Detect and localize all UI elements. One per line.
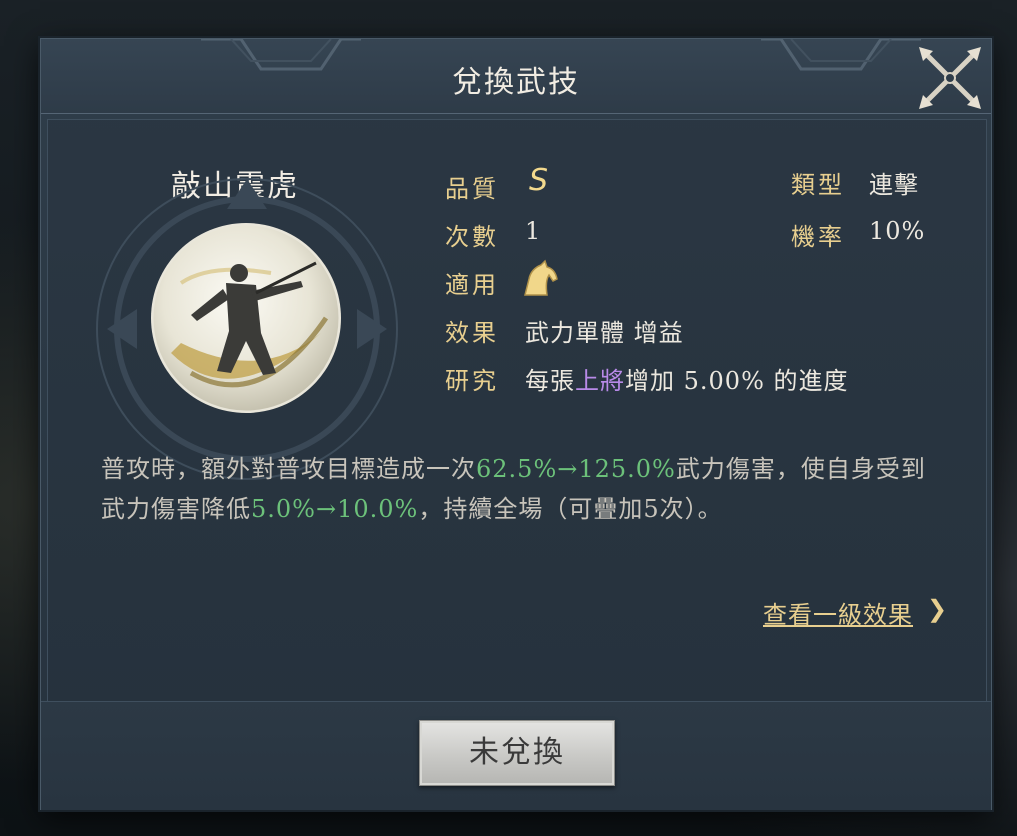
quality-value: S [529, 163, 549, 198]
count-value: 1 [525, 217, 542, 245]
description-value1: 62.5%→125.0% [476, 455, 676, 483]
close-button[interactable] [913, 41, 987, 115]
description-part1: 普攻時，額外對普攻目標造成一次 [101, 455, 476, 483]
view-level1-effect-link[interactable]: 查看一級效果 [763, 595, 913, 630]
exchange-button[interactable]: 未兌換 [419, 720, 615, 786]
dialog-header: 兌換武技 [41, 39, 991, 114]
research-prefix: 每張 [525, 367, 575, 395]
effect-value: 武力單體 增益 [525, 319, 684, 347]
crossed-blades-close-icon [919, 47, 981, 109]
description-part3: ，持續全場（可疊加5次）。 [418, 495, 723, 523]
research-value: 每張上將增加 5.00% 的進度 [525, 361, 849, 396]
count-label: 次數 [445, 223, 499, 251]
effect-label: 效果 [445, 319, 499, 347]
type-label: 類型 [791, 171, 845, 199]
research-general-highlight: 上將 [575, 367, 625, 395]
research-suffix: 增加 5.00% 的進度 [625, 367, 849, 395]
chance-label: 機率 [791, 223, 845, 251]
type-value: 連擊 [869, 171, 919, 199]
applicable-label: 適用 [445, 271, 499, 299]
research-label: 研究 [445, 367, 499, 395]
skill-description: 普攻時，額外對普攻目標造成一次62.5%→125.0%武力傷害，使自身受到武力傷… [101, 449, 941, 529]
quality-label: 品質 [445, 175, 499, 203]
exchange-skill-dialog: 兌換武技 敲山震虎 品質 S 次數 1 適用 效果 武力單體 增益 研究 每張上… [40, 38, 992, 810]
chance-value: 10% [869, 217, 926, 245]
dialog-title: 兌換武技 [452, 65, 580, 100]
chevron-right-icon[interactable]: ❯ [927, 595, 947, 623]
skill-emblem-image [151, 223, 341, 413]
cavalry-horse-icon [519, 259, 561, 303]
description-value2: 5.0%→10.0% [251, 495, 419, 523]
